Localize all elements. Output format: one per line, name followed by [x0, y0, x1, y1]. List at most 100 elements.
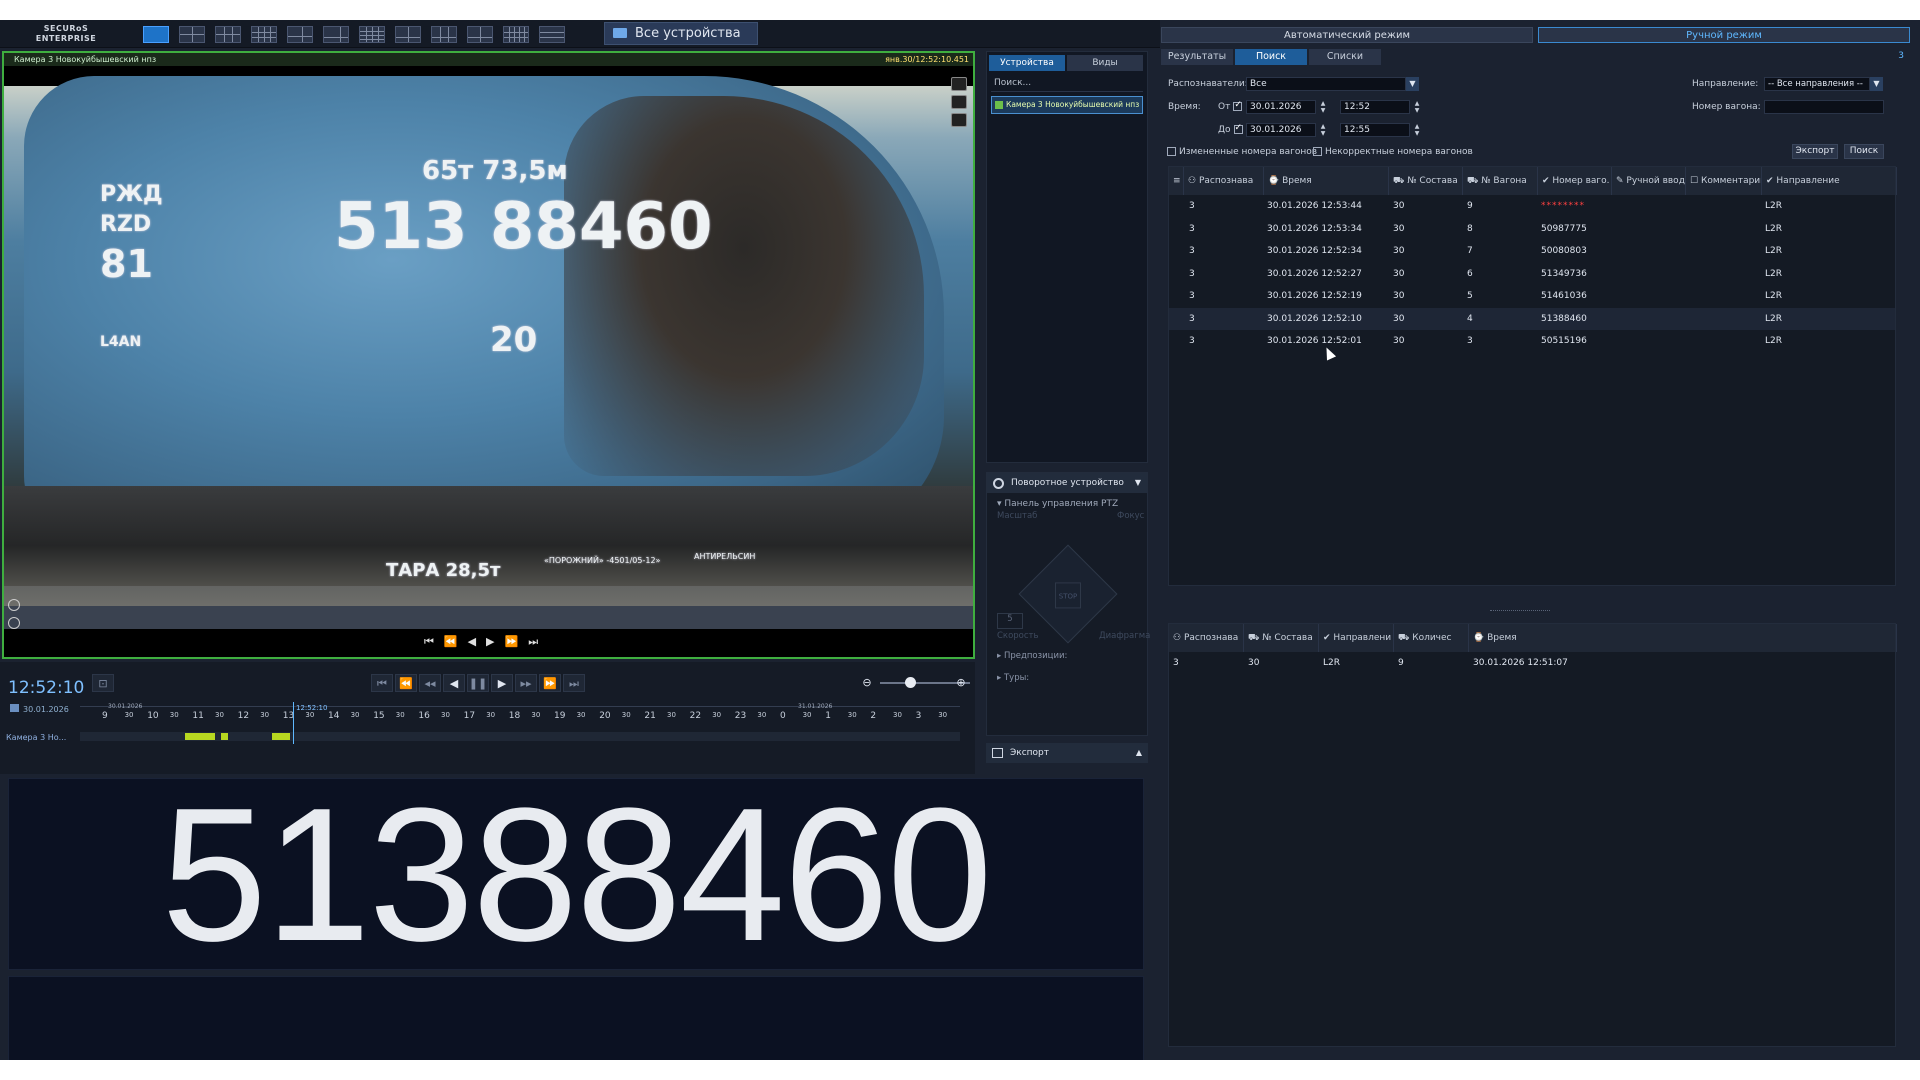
table-row[interactable]: 3 30.01.2026 12:52:19 30 5 51461036 L2R [1169, 285, 1895, 308]
ptz-tours[interactable]: ▸ Туры: [997, 673, 1029, 683]
table-cell-wagon: 5 [1467, 291, 1473, 301]
to-date-input[interactable]: 30.01.2026 [1246, 123, 1316, 137]
timeline-cursor[interactable] [293, 702, 294, 744]
chevron-down-icon[interactable]: ▼ [1406, 77, 1419, 91]
grid-icon[interactable] [951, 113, 967, 127]
table-row[interactable]: 3 30.01.2026 12:52:10 30 4 51388460 L2R [1169, 307, 1895, 330]
table-cell-number: 51461036 [1541, 291, 1587, 301]
ptz-presets[interactable]: ▸ Предпозиции: [997, 651, 1067, 661]
wagon-number-input[interactable] [1764, 100, 1884, 114]
chevron-down-icon[interactable]: ▼ [1135, 473, 1141, 493]
layout-1x1-button[interactable] [143, 26, 169, 43]
zoom-icon[interactable] [8, 599, 20, 611]
auto-mode-button[interactable]: Автоматический режим [1161, 27, 1533, 43]
layout-1plus12-button[interactable] [467, 26, 493, 43]
col2-recognizer[interactable]: ⚇ Распознава [1169, 624, 1244, 652]
changed-numbers-checkbox[interactable]: Измененные номера вагонов [1164, 147, 1317, 157]
export-button[interactable]: Экспорт [1792, 144, 1838, 159]
from-checkbox[interactable]: От [1218, 100, 1245, 112]
from-time-input[interactable]: 12:52 [1340, 100, 1410, 114]
current-date[interactable]: 30.01.2026 [10, 704, 69, 714]
layout-4x3-button[interactable] [251, 26, 277, 43]
ptz-speed-input[interactable]: 5 [997, 613, 1023, 629]
zoom-in-icon[interactable]: ⊕ [950, 674, 972, 692]
chevron-up-icon[interactable]: ▲ [1136, 743, 1142, 763]
layout-2x1-button[interactable] [179, 26, 205, 43]
col-comments[interactable]: ☐ Комментарии [1686, 167, 1762, 195]
table-row[interactable]: 3 30.01.2026 12:52:34 30 7 50080803 L2R [1169, 240, 1895, 263]
col2-train[interactable]: ⛟ № Состава [1244, 624, 1319, 652]
layout-more-dropdown[interactable] [539, 26, 565, 43]
device-search-input[interactable]: Поиск... [991, 78, 1143, 92]
tab-devices[interactable]: Устройства [989, 55, 1065, 71]
layout-3x2-button[interactable] [215, 26, 241, 43]
splitter-handle[interactable] [1490, 610, 1550, 612]
to-checkbox[interactable]: До [1218, 123, 1246, 135]
row-menu-icon[interactable]: ≡ [1169, 167, 1184, 195]
all-devices-button[interactable]: Все устройства [604, 22, 758, 45]
manual-mode-button[interactable]: Ручной режим [1538, 27, 1910, 43]
col-wagon[interactable]: ⛟ № Вагона [1463, 167, 1538, 195]
go-end-button[interactable]: ⏭ [563, 674, 585, 692]
col2-count[interactable]: ⛟ Количес [1394, 624, 1469, 652]
export-panel-header[interactable]: Экспорт ▲ [986, 743, 1148, 763]
col2-direction[interactable]: ✔ Направлени [1319, 624, 1394, 652]
prev-event-button[interactable]: ⏪ [395, 674, 417, 692]
zoom-out-icon[interactable]: ⊖ [856, 674, 878, 692]
col-wagon-number[interactable]: ✔ Номер ваго. [1538, 167, 1612, 195]
timeline-hour-label: 18 [508, 711, 521, 721]
col-recognizer[interactable]: ⚇ Распознава [1184, 167, 1264, 195]
ptz-direction-pad[interactable]: STOP [1018, 544, 1118, 644]
table-row[interactable]: 3 30.01.2026 12:52:27 30 6 51349736 L2R [1169, 263, 1895, 286]
ptz-header[interactable]: Поворотное устройство ▼ [987, 473, 1147, 493]
ptz-control-title[interactable]: ▾ Панель управления PTZ [987, 493, 1147, 509]
ptz-stop-button[interactable]: STOP [1055, 582, 1081, 609]
chevron-down-icon[interactable]: ▼ [1870, 77, 1883, 91]
layout-4x4-button[interactable] [359, 26, 385, 43]
layout-5x4-button[interactable] [503, 26, 529, 43]
table-row[interactable]: 3 30.01.2026 12:53:44 30 9 ******** L2R [1169, 195, 1895, 218]
next-event-button[interactable]: ⏩ [539, 674, 561, 692]
tab-results[interactable]: Результаты [1161, 49, 1233, 65]
table-row[interactable]: 3 30 L2R 9 30.01.2026 12:51:07 [1169, 652, 1895, 675]
tab-lists[interactable]: Списки [1309, 49, 1381, 65]
col-time[interactable]: ⌚ Время [1264, 167, 1389, 195]
snapshot-icon[interactable] [8, 617, 20, 629]
from-date-input[interactable]: 30.01.2026 [1246, 100, 1316, 114]
to-time-input[interactable]: 12:55 [1340, 123, 1410, 137]
layout-3plus3-button[interactable] [431, 26, 457, 43]
pause-button[interactable]: ❚❚ [467, 674, 489, 692]
search-button[interactable]: Поиск [1844, 144, 1884, 159]
tab-search[interactable]: Поиск [1235, 49, 1307, 65]
from-time-spinner[interactable]: ▲ ▼ [1412, 100, 1422, 114]
table-row[interactable]: 3 30.01.2026 12:53:34 30 8 50987775 L2R [1169, 218, 1895, 241]
layers-icon[interactable] [951, 95, 967, 109]
to-date-spinner[interactable]: ▲ ▼ [1318, 123, 1328, 137]
tab-views[interactable]: Виды [1067, 55, 1143, 71]
col-direction[interactable]: ✔ Направление [1762, 167, 1897, 195]
from-date-spinner[interactable]: ▲ ▼ [1318, 100, 1328, 114]
go-start-button[interactable]: ⏮ [371, 674, 393, 692]
col-manual-input[interactable]: ✎ Ручной ввод [1612, 167, 1686, 195]
layout-1plus7-button[interactable] [323, 26, 349, 43]
play-reverse-button[interactable]: ◀ [443, 674, 465, 692]
device-item-camera3[interactable]: Камера 3 Новокуйбышевский нпз [991, 96, 1143, 114]
play-button[interactable]: ▶ [491, 674, 513, 692]
to-time-spinner[interactable]: ▲ ▼ [1412, 123, 1422, 137]
direction-select[interactable]: -- Все направления -- [1764, 77, 1870, 91]
video-pane[interactable]: Камера 3 Новокуйбышевский нпз янв.30/12:… [2, 51, 975, 659]
recording-track[interactable] [80, 732, 960, 741]
table-row[interactable]: 3 30.01.2026 12:52:01 30 3 50515196 L2R [1169, 330, 1895, 353]
playback-controls[interactable]: ⏮⏪◀▶⏩⏭ [424, 635, 548, 649]
step-back-button[interactable]: ◂◂ [419, 674, 441, 692]
col-train[interactable]: ⛟ № Состава [1389, 167, 1463, 195]
timeline-ruler[interactable]: 30.01.2026 31.01.2026 9 30 10 30 11 30 12 30 13 3… [80, 703, 960, 728]
recognizers-select[interactable]: Все [1246, 77, 1406, 91]
archive-mode-icon[interactable]: ⊡ [92, 674, 114, 692]
layout-2plus4-button[interactable] [395, 26, 421, 43]
layout-1plus5-button[interactable] [287, 26, 313, 43]
step-forward-button[interactable]: ▸▸ [515, 674, 537, 692]
col2-time[interactable]: ⌚ Время [1469, 624, 1897, 652]
record-icon[interactable] [951, 77, 967, 91]
incorrect-numbers-checkbox[interactable]: Некорректные номера вагонов [1310, 147, 1473, 157]
